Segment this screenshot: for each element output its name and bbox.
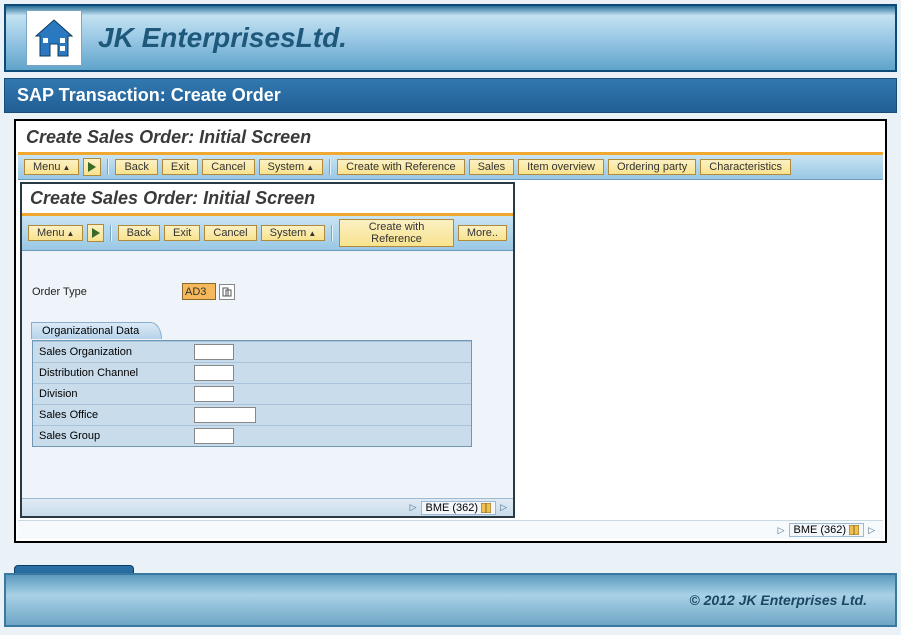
page-title: SAP Transaction: Create Order <box>4 78 897 113</box>
sales-office-input[interactable] <box>194 407 256 423</box>
toolbar-separator <box>331 225 333 241</box>
page-footer: © 2012 JK Enterprises Ltd. <box>4 573 897 627</box>
more-button[interactable]: More.. <box>458 225 507 241</box>
table-row: Sales Group <box>33 426 471 447</box>
outer-title-strip: Create Sales Order: Initial Screen <box>18 123 883 155</box>
system-button[interactable]: System▲ <box>261 225 326 241</box>
server-status-text: BME (362) <box>794 524 847 536</box>
characteristics-button[interactable]: Characteristics <box>700 159 791 175</box>
sales-organization-input[interactable] <box>194 344 234 360</box>
menu-button[interactable]: Menu▲ <box>24 159 79 175</box>
outer-body-right <box>517 180 883 520</box>
table-row: Distribution Channel <box>33 363 471 384</box>
nav-forward-icon[interactable] <box>87 224 103 242</box>
nav-forward-icon[interactable] <box>83 158 101 176</box>
back-button[interactable]: Back <box>115 159 157 175</box>
layout-icon <box>849 525 859 535</box>
order-type-label: Order Type <box>32 286 182 298</box>
status-arrow-icon[interactable]: ▷ <box>410 502 417 513</box>
inner-status-bar: ▷ BME (362) ▷ <box>22 498 513 516</box>
status-arrow-icon[interactable]: ▷ <box>868 525 875 536</box>
division-input[interactable] <box>194 386 234 402</box>
sap-outer-window: Create Sales Order: Initial Screen Menu▲… <box>18 123 883 539</box>
server-status[interactable]: BME (362) <box>421 501 497 515</box>
exit-button[interactable]: Exit <box>164 225 200 241</box>
system-button-label: System <box>268 161 305 173</box>
footer-copyright: © 2012 JK Enterprises Ltd. <box>689 592 867 608</box>
menu-button-label: Menu <box>37 227 65 239</box>
chevron-down-icon: ▲ <box>308 229 316 238</box>
sales-organization-label: Sales Organization <box>33 342 188 363</box>
app-header: JK EnterprisesLtd. <box>4 4 897 72</box>
table-row: Division <box>33 384 471 405</box>
exit-button[interactable]: Exit <box>162 159 198 175</box>
outer-body: Create Sales Order: Initial Screen Menu▲… <box>18 180 883 520</box>
toolbar-separator <box>329 159 331 175</box>
ordering-party-button[interactable]: Ordering party <box>608 159 696 175</box>
inner-window-title: Create Sales Order: Initial Screen <box>30 188 315 208</box>
order-type-input[interactable] <box>182 283 216 300</box>
status-arrow-icon[interactable]: ▷ <box>778 525 785 536</box>
value-help-icon[interactable] <box>219 284 235 300</box>
chevron-down-icon: ▲ <box>306 163 314 172</box>
org-data-table: Sales Organization Distribution Channel … <box>33 341 471 446</box>
layout-icon <box>481 503 491 513</box>
sales-office-label: Sales Office <box>33 405 188 426</box>
sales-button[interactable]: Sales <box>469 159 515 175</box>
sales-group-input[interactable] <box>194 428 234 444</box>
system-button[interactable]: System▲ <box>259 159 324 175</box>
server-status-text: BME (362) <box>426 502 479 514</box>
distribution-channel-label: Distribution Channel <box>33 363 188 384</box>
toolbar-separator <box>110 225 112 241</box>
back-button[interactable]: Back <box>118 225 160 241</box>
company-logo <box>26 10 82 66</box>
status-arrow-icon[interactable]: ▷ <box>500 502 507 513</box>
division-label: Division <box>33 384 188 405</box>
inner-body: Order Type Organizational Data Sales Org… <box>22 251 513 498</box>
table-row: Sales Organization <box>33 342 471 363</box>
outer-window-title: Create Sales Order: Initial Screen <box>26 127 311 147</box>
house-icon <box>32 16 76 60</box>
distribution-channel-input[interactable] <box>194 365 234 381</box>
org-data-tab: Organizational Data <box>31 322 162 339</box>
sap-inner-window: Create Sales Order: Initial Screen Menu▲… <box>20 182 515 518</box>
sap-outer-frame: Create Sales Order: Initial Screen Menu▲… <box>14 119 887 543</box>
table-row: Sales Office <box>33 405 471 426</box>
menu-button-label: Menu <box>33 161 61 173</box>
inner-toolbar: Menu▲ Back Exit Cancel System▲ Create wi… <box>22 216 513 251</box>
create-with-reference-button[interactable]: Create with Reference <box>337 159 464 175</box>
inner-title-strip: Create Sales Order: Initial Screen <box>22 184 513 216</box>
toolbar-separator <box>107 159 109 175</box>
cancel-button[interactable]: Cancel <box>204 225 256 241</box>
company-name: JK EnterprisesLtd. <box>98 22 347 54</box>
outer-status-bar: ▷ BME (362) ▷ <box>18 520 883 539</box>
chevron-down-icon: ▲ <box>67 229 75 238</box>
create-with-reference-button[interactable]: Create with Reference <box>339 219 454 247</box>
server-status[interactable]: BME (362) <box>789 523 865 537</box>
chevron-down-icon: ▲ <box>63 163 71 172</box>
menu-button[interactable]: Menu▲ <box>28 225 83 241</box>
cancel-button[interactable]: Cancel <box>202 159 254 175</box>
outer-toolbar: Menu▲ Back Exit Cancel System▲ Create wi… <box>18 155 883 180</box>
system-button-label: System <box>270 227 307 239</box>
item-overview-button[interactable]: Item overview <box>518 159 604 175</box>
order-type-row: Order Type <box>32 283 503 300</box>
organizational-data-group: Organizational Data Sales Organization D… <box>32 324 503 447</box>
sales-group-label: Sales Group <box>33 426 188 447</box>
